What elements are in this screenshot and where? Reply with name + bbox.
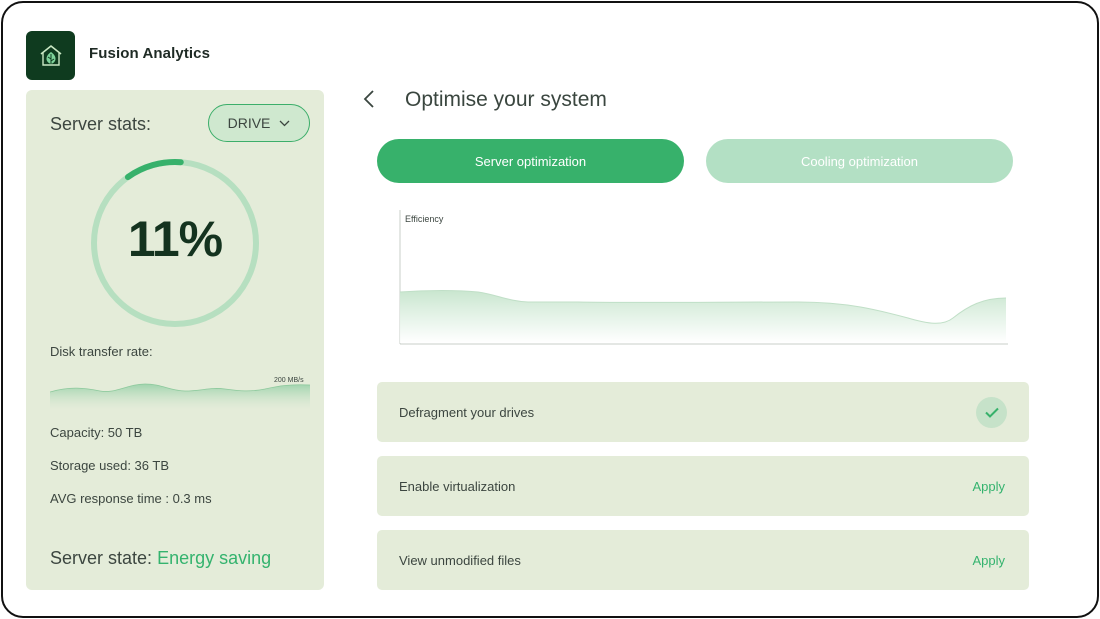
leaf-house-logo-icon [40, 44, 61, 66]
avg-response-text: AVG response time : 0.3 ms [50, 491, 212, 506]
usage-percent: 11% [127, 211, 223, 267]
apply-button[interactable]: Apply [972, 553, 1005, 568]
page-title: Optimise your system [405, 88, 607, 111]
task-enable-virtualization: Enable virtualization Apply [377, 456, 1029, 516]
task-label: Enable virtualization [399, 478, 516, 494]
disk-transfer-label: Disk transfer rate: [50, 344, 153, 359]
usage-gauge-arc [124, 159, 184, 181]
apply-button[interactable]: Apply [972, 479, 1005, 494]
storage-used-text: Storage used: 36 TB [50, 458, 170, 473]
tab-server-optimization[interactable]: Server optimization [377, 139, 684, 183]
check-icon [976, 396, 1007, 428]
task-label: Defragment your drives [399, 404, 535, 420]
server-state: Server state: Energy saving [50, 548, 271, 569]
server-state-value: Energy saving [157, 548, 272, 568]
efficiency-axis-label: Efficiency [405, 214, 444, 224]
app-logo [26, 31, 75, 80]
back-button[interactable] [358, 88, 380, 110]
server-state-label: Server state: [50, 548, 153, 568]
app-title: Fusion Analytics [89, 45, 211, 62]
chevron-left-icon [363, 90, 374, 108]
drive-dropdown-value: DRIVE [227, 115, 271, 131]
disk-transfer-value: 200 MB/s [274, 377, 304, 384]
capacity-text: Capacity: 50 TB [50, 425, 143, 440]
task-view-unmodified-files: View unmodified files Apply [377, 530, 1029, 590]
task-label: View unmodified files [399, 552, 521, 568]
stats-title: Server stats: [50, 114, 152, 134]
efficiency-chart [399, 210, 1008, 345]
drive-dropdown[interactable]: DRIVE [208, 104, 310, 142]
tab-cooling-optimization[interactable]: Cooling optimization [706, 139, 1013, 183]
disk-transfer-sparkline [50, 383, 310, 410]
chevron-down-icon [278, 117, 290, 129]
server-stats-panel: Server stats: DRIVE 11% Disk transfer ra… [26, 90, 324, 590]
task-defragment[interactable]: Defragment your drives [377, 382, 1029, 442]
